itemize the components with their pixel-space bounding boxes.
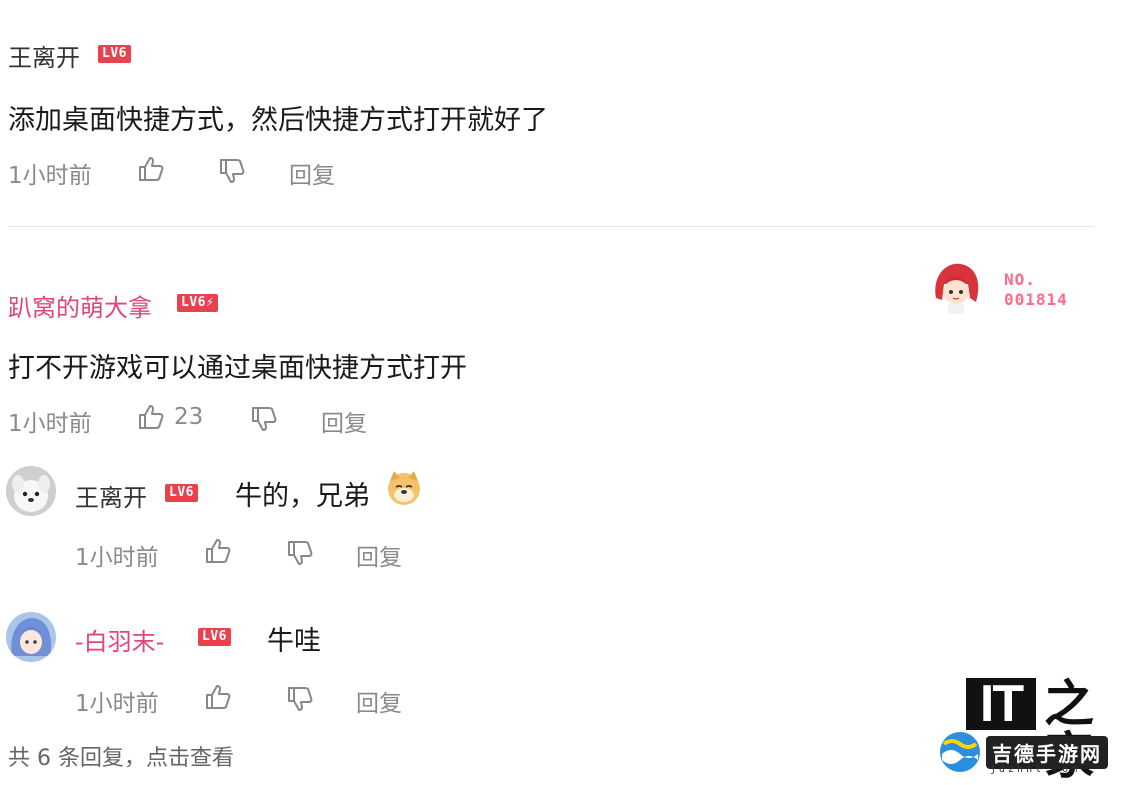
comment1-username[interactable]: 王离开 [8,38,80,73]
reply1-reply-button[interactable]: 回复 [356,538,402,572]
reply2-avatar[interactable] [6,612,56,662]
comment2-text: 打不开游戏可以通过桌面快捷方式打开 [8,353,467,384]
comment1-like-button[interactable] [136,154,166,184]
comment2-fan-badge-avatar [926,258,986,318]
comment1-dislike-button[interactable] [217,156,247,186]
comment1-time: 1小时前 [8,163,92,189]
reply2-like-button[interactable] [203,682,233,712]
thumbs-down-icon [220,159,245,183]
thumbs-up-icon [139,157,164,181]
fan-number-label: NO. [1004,270,1036,289]
reply1-username[interactable]: 王离开 [75,478,147,513]
reply2-username[interactable]: -白羽末- [75,622,164,657]
reply1-text: 牛的，兄弟 [235,481,370,512]
wave-logo-icon [938,730,982,774]
reply1-time: 1小时前 [75,545,159,571]
thumbs-up-icon [139,405,164,429]
reply2-text: 牛哇 [267,626,321,657]
fan-number-value: 001814 [1004,290,1068,309]
thumbs-down-icon [288,541,313,565]
anime-girl-icon [926,258,986,318]
ithome-logo-it: IT [966,678,1036,730]
thumbs-down-icon [252,407,277,431]
comment2-level-badge: LV6⚡ [177,294,219,312]
anime-blue-hair-avatar-icon [6,612,56,662]
comment2-time: 1小时前 [8,411,92,437]
reply2-level-badge: LV6 [198,628,231,646]
reply2-time: 1小时前 [75,691,159,717]
reply2-dislike-button[interactable] [285,684,315,714]
comment1-text: 添加桌面快捷方式，然后快捷方式打开就好了 [8,105,548,136]
site-url-label: jdzhnl.com [990,764,1081,775]
comment1-reply-button[interactable]: 回复 [289,156,335,190]
reply1-dislike-button[interactable] [285,538,315,568]
doge-emoji-icon [385,469,423,507]
comment2-dislike-button[interactable] [249,404,279,434]
thumbs-down-icon [288,687,313,711]
comment-divider [8,226,1094,227]
reply2-reply-button[interactable]: 回复 [356,684,402,718]
comment2-like-button[interactable]: 23 [136,402,203,432]
comment2-username[interactable]: 趴窝的萌大拿 [8,288,152,323]
reply1-like-button[interactable] [203,536,233,566]
view-more-replies-link[interactable]: 共 6 条回复，点击查看 [8,740,234,772]
reply1-level-badge: LV6 [165,484,198,502]
comment2-like-count: 23 [174,404,204,430]
thumbs-up-icon [206,539,231,563]
reply1-avatar[interactable] [6,466,56,516]
comment1-level-badge: LV6 [98,45,131,63]
thumbs-up-icon [206,685,231,709]
comment2-reply-button[interactable]: 回复 [321,404,367,438]
white-dog-avatar-icon [6,466,56,516]
